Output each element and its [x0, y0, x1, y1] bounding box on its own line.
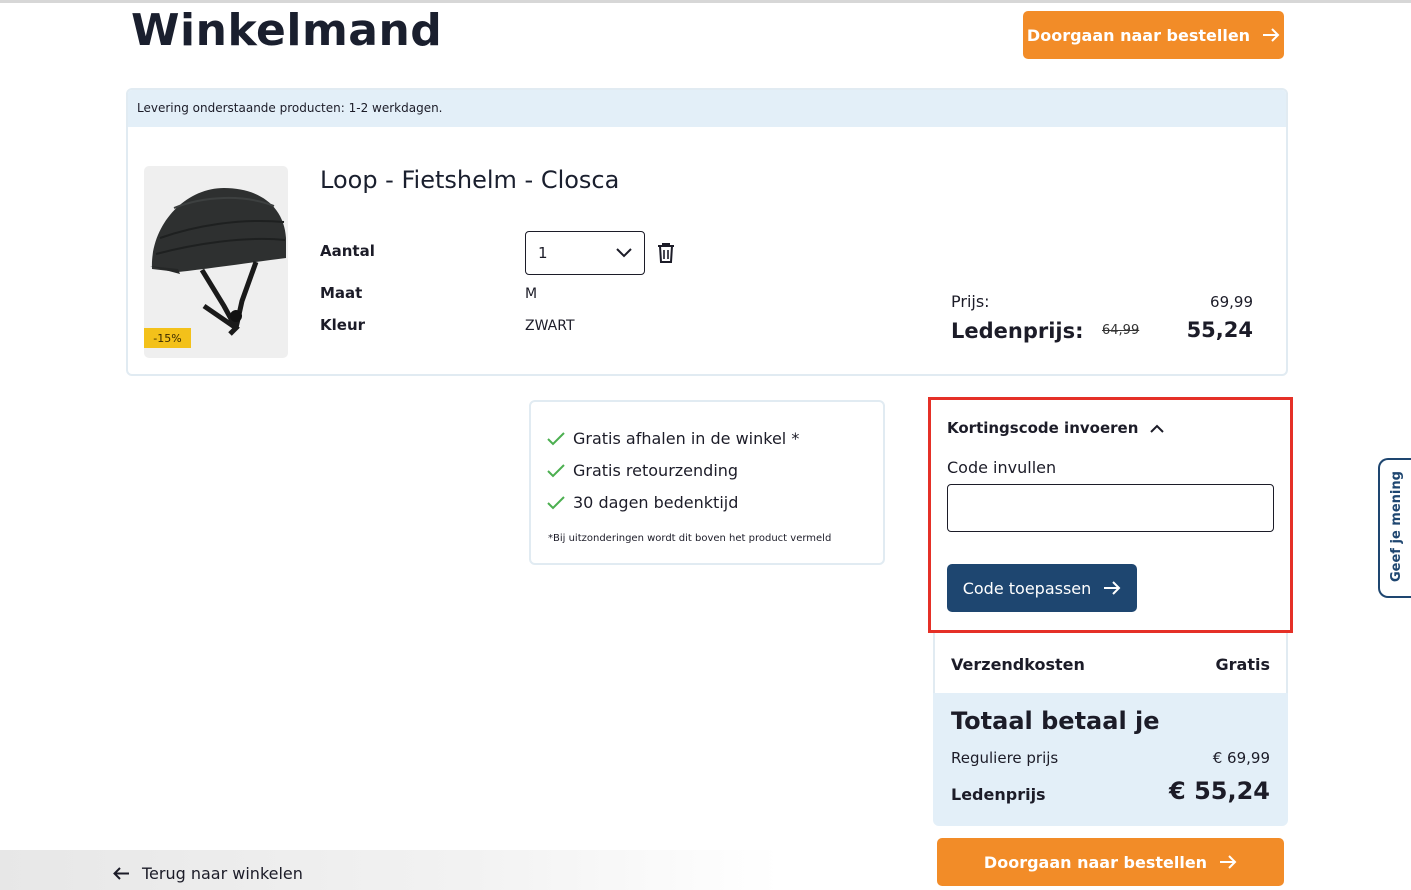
usp-text: 30 dagen bedenktijd	[573, 493, 739, 512]
order-total-panel: Totaal betaal je Reguliere prijs € 69,99…	[933, 693, 1288, 826]
checkout-button-label: Doorgaan naar bestellen	[1026, 25, 1251, 45]
apply-code-label: Code toepassen	[962, 578, 1092, 598]
discount-code-panel: Kortingscode invoeren Code invullen Code…	[928, 397, 1293, 633]
usp-item: Gratis afhalen in de winkel *	[547, 429, 799, 448]
price-value: 69,99	[1210, 293, 1253, 311]
apply-code-button[interactable]: Code toepassen	[947, 564, 1137, 612]
checkmark-icon	[547, 495, 565, 509]
cart-item-panel: Levering onderstaande producten: 1-2 wer…	[126, 88, 1288, 376]
feedback-tab[interactable]: Geef je mening	[1378, 458, 1411, 598]
chevron-down-icon	[616, 248, 632, 258]
usp-text: Gratis retourzending	[573, 461, 739, 480]
usp-footnote: *Bij uitzonderingen wordt dit boven het …	[548, 533, 832, 544]
shipping-row: Verzendkosten Gratis	[933, 633, 1288, 693]
chevron-up-icon	[1150, 424, 1165, 433]
product-image[interactable]: -15%	[144, 166, 288, 358]
color-value: ZWART	[525, 318, 575, 334]
shipping-label: Verzendkosten	[951, 655, 1085, 674]
page-title: Winkelmand	[131, 5, 443, 56]
member-price-value: 55,24	[1186, 318, 1253, 342]
discount-toggle-label: Kortingscode invoeren	[947, 419, 1139, 437]
product-title[interactable]: Loop - Fietshelm - Closca	[320, 166, 619, 194]
top-divider	[0, 0, 1411, 3]
arrow-right-icon	[1263, 28, 1280, 42]
size-value: M	[525, 286, 538, 302]
arrow-right-icon	[1220, 855, 1237, 869]
discount-code-input[interactable]	[947, 484, 1274, 532]
shipping-value: Gratis	[1215, 655, 1270, 674]
member-total-value: € 55,24	[1169, 777, 1270, 805]
checkout-button-label: Doorgaan naar bestellen	[983, 852, 1208, 872]
back-to-shop-link[interactable]: Terug naar winkelen	[113, 864, 303, 883]
feedback-label: Geef je mening	[1389, 471, 1404, 582]
discount-badge: -15%	[144, 328, 191, 348]
checkout-button-bottom[interactable]: Doorgaan naar bestellen	[937, 838, 1284, 886]
delivery-notice: Levering onderstaande producten: 1-2 wer…	[128, 90, 1286, 127]
size-label: Maat	[320, 284, 363, 302]
regular-price-value: € 69,99	[1212, 749, 1270, 767]
trash-icon[interactable]	[656, 242, 676, 264]
checkmark-icon	[547, 431, 565, 445]
checkout-button-top[interactable]: Doorgaan naar bestellen	[1023, 11, 1284, 59]
usp-panel: Gratis afhalen in de winkel * Gratis ret…	[529, 400, 885, 565]
quantity-select[interactable]: 1	[525, 231, 645, 275]
checkmark-icon	[547, 463, 565, 477]
quantity-value: 1	[538, 244, 548, 262]
usp-text: Gratis afhalen in de winkel *	[573, 429, 800, 448]
color-label: Kleur	[320, 316, 366, 334]
code-field-label: Code invullen	[947, 458, 1057, 477]
arrow-right-icon	[1104, 581, 1121, 595]
quantity-label: Aantal	[320, 242, 375, 260]
price-label: Prijs:	[951, 292, 990, 311]
arrow-left-icon	[113, 867, 129, 880]
member-price-label: Ledenprijs:	[951, 319, 1084, 343]
member-total-label: Ledenprijs	[951, 785, 1046, 804]
usp-item: 30 dagen bedenktijd	[547, 493, 738, 512]
usp-item: Gratis retourzending	[547, 461, 738, 480]
back-link-label: Terug naar winkelen	[142, 864, 303, 883]
regular-price-label: Reguliere prijs	[951, 749, 1059, 767]
total-title: Totaal betaal je	[951, 707, 1160, 735]
member-old-price: 64,99	[1102, 323, 1140, 338]
discount-code-toggle[interactable]: Kortingscode invoeren	[947, 419, 1165, 437]
